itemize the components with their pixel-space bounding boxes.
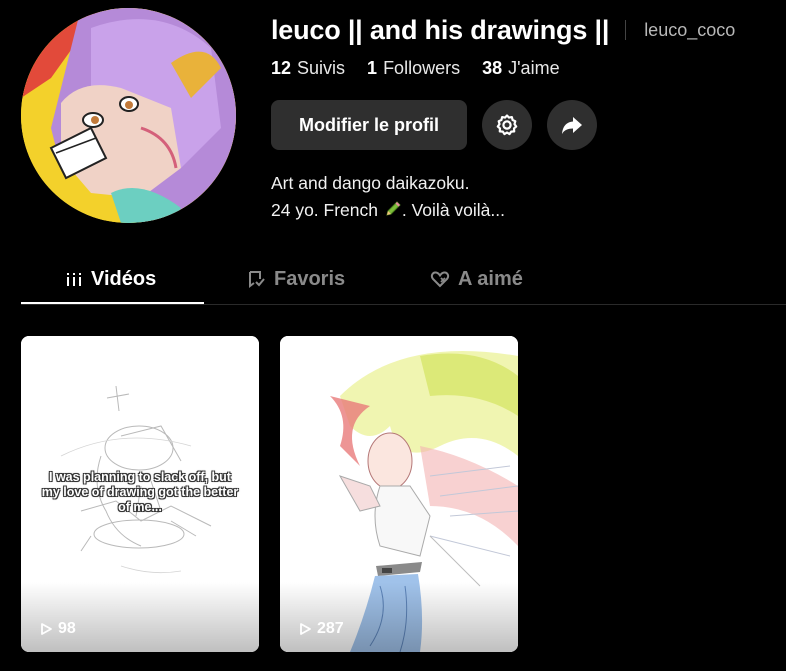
bookmark-icon [246,269,266,289]
following-label: Suivis [297,58,346,78]
active-tab-indicator [21,302,204,304]
grid-bars-icon [65,270,83,288]
heart-icon [430,269,450,289]
bio-line-1: Art and dango daikazoku. [271,173,470,193]
profile-stats: 12 Suivis 1 Followers 38 J'aime [271,58,582,79]
followers-count: 1 [367,58,378,78]
tab-favorites-label: Favoris [274,267,346,290]
play-icon [300,623,311,635]
tab-liked[interactable]: A aimé [430,256,523,302]
edit-profile-button[interactable]: Modifier le profil [271,100,467,150]
profile-page: leuco || and his drawings || leuco_coco … [0,0,786,671]
bio-line-2-start: 24 yo. French [271,200,378,220]
profile-tabs: Vidéos Favoris A aimé [21,256,786,305]
bio-line-2: 24 yo. French . Voilà voilà... [271,197,505,226]
tab-videos-label: Vidéos [91,267,157,290]
tab-favorites[interactable]: Favoris [246,256,345,302]
video-caption-text: I was planning to slack off, but my love… [41,470,239,514]
video-card[interactable]: 287 [280,336,518,652]
likes-label: J'aime [508,58,560,78]
gear-icon [496,114,518,136]
profile-name-row: leuco || and his drawings || leuco_coco [271,12,735,48]
share-arrow-icon [562,117,582,134]
tab-videos[interactable]: Vidéos [65,256,156,302]
followers-label: Followers [383,58,461,78]
profile-avatar[interactable] [21,8,236,223]
card-gradient [21,582,259,652]
tab-liked-label: A aimé [458,267,523,290]
view-count: 98 [39,620,76,638]
stat-following[interactable]: 12 Suivis [271,58,345,79]
card-gradient [280,582,518,652]
pencil-emoji-icon [384,199,402,226]
avatar-illustration [21,8,236,223]
following-count: 12 [271,58,292,78]
stat-followers[interactable]: 1 Followers [367,58,460,79]
display-name: leuco || and his drawings || [271,14,610,45]
share-button[interactable] [547,100,597,150]
stat-likes: 38 J'aime [482,58,559,79]
settings-button[interactable] [482,100,532,150]
profile-bio: Art and dango daikazoku. 24 yo. French .… [271,170,505,226]
username: leuco_coco [644,19,736,40]
likes-count: 38 [482,58,503,78]
view-count-value: 287 [317,620,344,637]
bio-line-2-end: . Voilà voilà... [401,200,505,220]
view-count: 287 [298,620,344,638]
play-icon [41,623,52,635]
name-divider [625,20,627,40]
view-count-value: 98 [58,620,76,637]
video-card[interactable]: I was planning to slack off, but my love… [21,336,259,652]
